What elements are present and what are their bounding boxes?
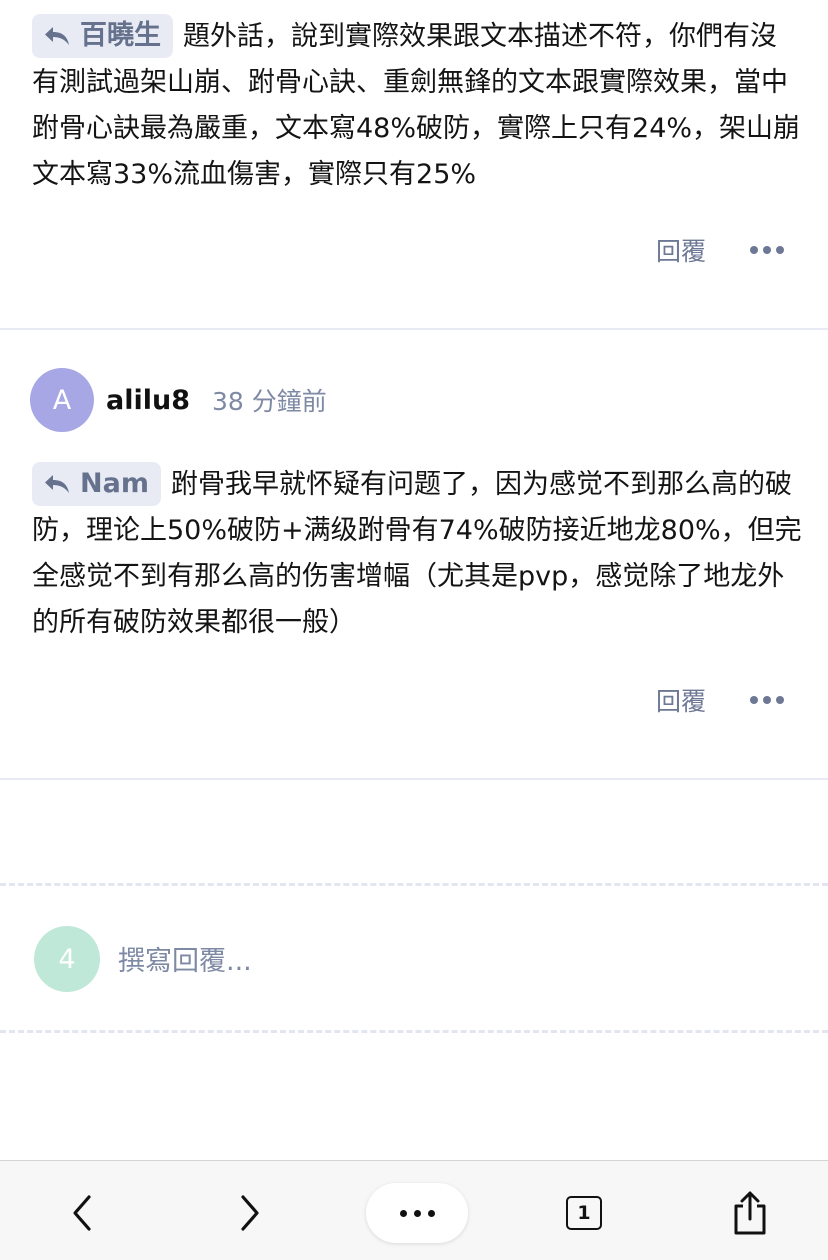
avatar[interactable]: A xyxy=(30,368,94,432)
more-icon xyxy=(399,1209,435,1217)
mention-chip[interactable]: Nam xyxy=(32,462,161,506)
discussion-page: 百曉生 題外話，說到實際效果跟文本描述不符，你們有沒有測試過架山崩、跗骨心訣、重劍… xyxy=(0,0,828,1260)
post-body: 百曉生 題外話，說到實際效果跟文本描述不符，你們有沒有測試過架山崩、跗骨心訣、重劍… xyxy=(32,14,802,198)
post-body: Nam 跗骨我早就怀疑有问题了，因为感觉不到那么高的破防，理论上50%破防+满级跗… xyxy=(32,462,802,646)
reply-post: A alilu8 38 分鐘前 Nam 跗骨我早就怀疑有问题了，因为感觉不到那么高… xyxy=(0,330,828,780)
reply-button[interactable]: 回覆 xyxy=(656,682,706,718)
reply-button[interactable]: 回覆 xyxy=(656,232,706,268)
composer-avatar: 4 xyxy=(34,926,100,992)
share-icon xyxy=(734,1191,766,1235)
reply-composer[interactable]: 4 撰寫回覆... xyxy=(0,883,828,1033)
chevron-left-icon xyxy=(73,1195,91,1231)
chevron-right-icon xyxy=(241,1195,259,1231)
mention-name: 百曉生 xyxy=(80,20,161,51)
menu-button[interactable] xyxy=(366,1183,468,1243)
post-author: A alilu8 38 分鐘前 xyxy=(30,368,327,432)
reply-arrow-icon xyxy=(45,27,69,45)
reply-arrow-icon xyxy=(45,475,69,493)
author-name[interactable]: alilu8 xyxy=(106,385,190,416)
more-options-icon[interactable] xyxy=(750,696,784,704)
reply-post: 百曉生 題外話，說到實際效果跟文本描述不符，你們有沒有測試過架山崩、跗骨心訣、重劍… xyxy=(0,0,828,330)
post-actions: 回覆 xyxy=(656,232,784,268)
forward-button[interactable] xyxy=(220,1183,280,1243)
tabs-button[interactable]: 1 xyxy=(554,1183,614,1243)
mention-name: Nam xyxy=(80,468,149,499)
mention-chip[interactable]: 百曉生 xyxy=(32,14,173,58)
back-button[interactable] xyxy=(52,1183,112,1243)
post-timestamp[interactable]: 38 分鐘前 xyxy=(212,382,327,418)
post-actions: 回覆 xyxy=(656,682,784,718)
more-options-icon[interactable] xyxy=(750,246,784,254)
share-button[interactable] xyxy=(720,1181,780,1245)
browser-toolbar: 1 xyxy=(0,1160,828,1260)
reply-input-placeholder[interactable]: 撰寫回覆... xyxy=(118,939,252,978)
tab-count: 1 xyxy=(566,1196,602,1230)
